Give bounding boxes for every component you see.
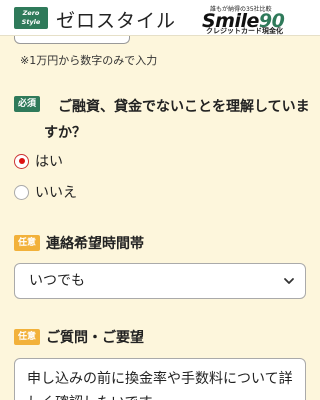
contact-time-label: 任意 連絡希望時間帯 [14, 233, 144, 253]
question-text-line1: ご融資、貸金でないことを理解していま [58, 99, 310, 115]
site-title[interactable]: ゼロスタイル [56, 6, 176, 33]
contact-time-label-text: 連絡希望時間帯 [46, 236, 145, 252]
optional-tag: 任意 [14, 235, 41, 251]
radio-label-no: いいえ [35, 185, 77, 201]
radio-unchecked-icon[interactable] [14, 184, 29, 200]
amount-hint: ※1万円から数字のみで入力 [20, 54, 158, 67]
inquiry-label-text: ご質問・ご要望 [46, 330, 145, 346]
zero-style-logo[interactable]: Zero Style [14, 7, 48, 29]
contact-time-selected: いつでも [29, 273, 85, 289]
logo-badge-line2: Style [21, 18, 41, 26]
site-header: Zero Style ゼロスタイル 誰もが納得の35社比較 Smile90 クレ… [0, 0, 320, 36]
optional-tag: 任意 [14, 329, 41, 345]
question-text: ご融資、貸金でないことを理解していま すか？ [44, 94, 314, 146]
chevron-down-icon [284, 278, 294, 284]
required-tag: 必須 [14, 96, 41, 112]
inquiry-textarea[interactable]: 申し込みの前に換金率や手数料について詳しく確認したいです。 [14, 358, 306, 400]
contact-time-select[interactable]: いつでも [14, 263, 306, 299]
logo-badge-line1: Zero [22, 9, 40, 17]
partner-banner[interactable]: 誰もが納得の35社比較 Smile90 クレジットカード現金化 [202, 4, 318, 35]
radio-option-no[interactable]: いいえ [14, 182, 77, 202]
radio-option-yes[interactable]: はい [14, 151, 63, 171]
inquiry-label: 任意 ご質問・ご要望 [14, 327, 144, 347]
radio-label-yes: はい [35, 154, 63, 170]
partner-subtitle: クレジットカード現金化 [206, 27, 283, 35]
page: Zero Style ゼロスタイル 誰もが納得の35社比較 Smile90 クレ… [0, 0, 320, 400]
question-text-line2: すか？ [44, 125, 86, 141]
radio-checked-icon[interactable] [14, 153, 29, 169]
